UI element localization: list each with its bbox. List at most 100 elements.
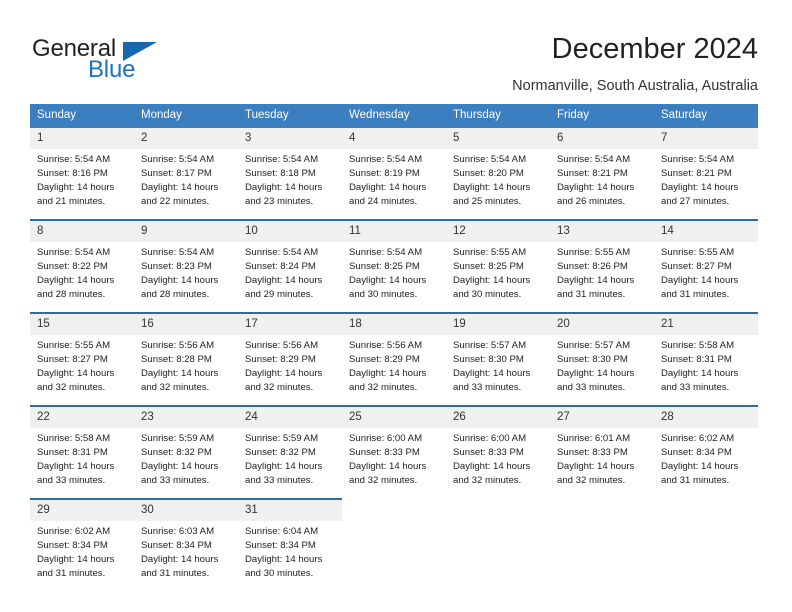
day-detail-cell: Sunrise: 5:55 AM Sunset: 8:26 PM Daylight:… [550, 242, 654, 313]
day-number[interactable]: 15 [30, 312, 134, 335]
day-sunset-text: Sunset: 8:28 PM [141, 354, 212, 365]
day-detail-cell: Sunrise: 5:54 AM Sunset: 8:22 PM Daylight:… [30, 242, 134, 313]
day-number[interactable]: 27 [550, 405, 654, 428]
day-sunset-text: Sunset: 8:30 PM [557, 354, 628, 365]
day-number[interactable]: 4 [342, 128, 446, 149]
day-daylight-text: and 31 minutes. [661, 289, 730, 300]
day-sunset-text: Sunset: 8:21 PM [557, 168, 628, 179]
day-number[interactable]: 1 [30, 128, 134, 149]
day-number[interactable]: 25 [342, 405, 446, 428]
day-sunrise-text: Sunrise: 5:54 AM [349, 154, 423, 165]
page-header: General Blue December 2024 Normanville, … [0, 0, 792, 100]
day-number[interactable]: 7 [654, 128, 758, 149]
day-daylight-text: and 33 minutes. [661, 382, 730, 393]
day-number[interactable]: 5 [446, 128, 550, 149]
day-number[interactable]: 13 [550, 219, 654, 242]
day-daylight-text: Daylight: 14 hours [453, 368, 531, 379]
general-blue-logo[interactable]: General Blue [32, 36, 232, 92]
day-detail-cell: Sunrise: 5:54 AM Sunset: 8:17 PM Daylight:… [134, 149, 238, 220]
day-number[interactable]: 16 [134, 312, 238, 335]
weekday-header-wednesday: Wednesday [342, 104, 446, 128]
day-sunset-text: Sunset: 8:33 PM [453, 447, 524, 458]
week-detail-row: Sunrise: 5:54 AM Sunset: 8:22 PM Daylight:… [30, 242, 758, 313]
day-detail-cell: Sunrise: 5:54 AM Sunset: 8:18 PM Daylight:… [238, 149, 342, 220]
week-detail-row: Sunrise: 6:02 AM Sunset: 8:34 PM Daylight:… [30, 521, 758, 591]
day-number[interactable]: 10 [238, 219, 342, 242]
day-daylight-text: and 30 minutes. [349, 289, 418, 300]
day-daylight-text: and 33 minutes. [141, 475, 210, 486]
day-sunset-text: Sunset: 8:32 PM [245, 447, 316, 458]
day-sunrise-text: Sunrise: 5:54 AM [349, 247, 423, 258]
day-number[interactable]: 23 [134, 405, 238, 428]
day-daylight-text: Daylight: 14 hours [245, 554, 323, 565]
day-sunrise-text: Sunrise: 5:59 AM [141, 433, 215, 444]
day-number[interactable]: 21 [654, 312, 758, 335]
day-detail-cell: Sunrise: 5:54 AM Sunset: 8:25 PM Daylight:… [342, 242, 446, 313]
day-number[interactable]: 31 [238, 498, 342, 521]
day-daylight-text: and 28 minutes. [141, 289, 210, 300]
day-number[interactable]: 9 [134, 219, 238, 242]
day-detail-cell: Sunrise: 5:56 AM Sunset: 8:29 PM Daylight:… [238, 335, 342, 406]
weekday-header-tuesday: Tuesday [238, 104, 342, 128]
calendar-body: 1 2 3 4 5 6 7 Sunrise: 5:54 AM Sunset: 8:16 PM Da… [30, 128, 758, 591]
day-sunset-text: Sunset: 8:23 PM [141, 261, 212, 272]
day-sunrise-text: Sunrise: 5:56 AM [349, 340, 423, 351]
empty-day-cell [446, 499, 550, 521]
day-number[interactable]: 19 [446, 312, 550, 335]
day-sunset-text: Sunset: 8:32 PM [141, 447, 212, 458]
day-daylight-text: and 32 minutes. [349, 475, 418, 486]
day-daylight-text: and 27 minutes. [661, 196, 730, 207]
day-daylight-text: Daylight: 14 hours [557, 275, 635, 286]
day-number[interactable]: 8 [30, 219, 134, 242]
day-number[interactable]: 14 [654, 219, 758, 242]
day-daylight-text: Daylight: 14 hours [453, 182, 531, 193]
day-sunset-text: Sunset: 8:34 PM [37, 540, 108, 551]
day-daylight-text: and 31 minutes. [37, 568, 106, 579]
day-number[interactable]: 26 [446, 405, 550, 428]
day-number[interactable]: 20 [550, 312, 654, 335]
day-daylight-text: Daylight: 14 hours [141, 275, 219, 286]
day-sunset-text: Sunset: 8:25 PM [453, 261, 524, 272]
day-number[interactable]: 29 [30, 498, 134, 521]
day-number[interactable]: 28 [654, 405, 758, 428]
day-daylight-text: Daylight: 14 hours [245, 461, 323, 472]
day-detail-cell: Sunrise: 6:01 AM Sunset: 8:33 PM Daylight:… [550, 428, 654, 499]
day-daylight-text: Daylight: 14 hours [37, 461, 115, 472]
day-sunset-text: Sunset: 8:33 PM [349, 447, 420, 458]
day-daylight-text: Daylight: 14 hours [141, 554, 219, 565]
day-number[interactable]: 24 [238, 405, 342, 428]
weekday-header-saturday: Saturday [654, 104, 758, 128]
day-number[interactable]: 11 [342, 219, 446, 242]
day-daylight-text: Daylight: 14 hours [245, 368, 323, 379]
day-number[interactable]: 30 [134, 498, 238, 521]
day-daylight-text: Daylight: 14 hours [557, 182, 635, 193]
day-sunrise-text: Sunrise: 6:02 AM [661, 433, 735, 444]
day-detail-cell: Sunrise: 5:54 AM Sunset: 8:23 PM Daylight:… [134, 242, 238, 313]
day-daylight-text: Daylight: 14 hours [661, 182, 739, 193]
day-number[interactable]: 6 [550, 128, 654, 149]
day-daylight-text: Daylight: 14 hours [245, 275, 323, 286]
day-daylight-text: and 33 minutes. [37, 475, 106, 486]
day-sunset-text: Sunset: 8:24 PM [245, 261, 316, 272]
day-sunrise-text: Sunrise: 5:54 AM [141, 154, 215, 165]
weekday-header-friday: Friday [550, 104, 654, 128]
day-number[interactable]: 2 [134, 128, 238, 149]
day-daylight-text: and 33 minutes. [453, 382, 522, 393]
day-daylight-text: Daylight: 14 hours [661, 461, 739, 472]
empty-day-detail-cell [446, 521, 550, 591]
day-number[interactable]: 18 [342, 312, 446, 335]
day-number[interactable]: 3 [238, 128, 342, 149]
day-daylight-text: Daylight: 14 hours [141, 461, 219, 472]
day-sunset-text: Sunset: 8:18 PM [245, 168, 316, 179]
day-daylight-text: and 32 minutes. [37, 382, 106, 393]
day-sunrise-text: Sunrise: 5:56 AM [141, 340, 215, 351]
day-number[interactable]: 17 [238, 312, 342, 335]
day-sunrise-text: Sunrise: 5:55 AM [37, 340, 111, 351]
day-daylight-text: and 22 minutes. [141, 196, 210, 207]
day-sunset-text: Sunset: 8:26 PM [557, 261, 628, 272]
day-sunset-text: Sunset: 8:34 PM [141, 540, 212, 551]
day-number[interactable]: 12 [446, 219, 550, 242]
day-number[interactable]: 22 [30, 405, 134, 428]
calendar-grid: Sunday Monday Tuesday Wednesday Thursday… [30, 104, 758, 591]
day-detail-cell: Sunrise: 5:55 AM Sunset: 8:27 PM Daylight:… [654, 242, 758, 313]
